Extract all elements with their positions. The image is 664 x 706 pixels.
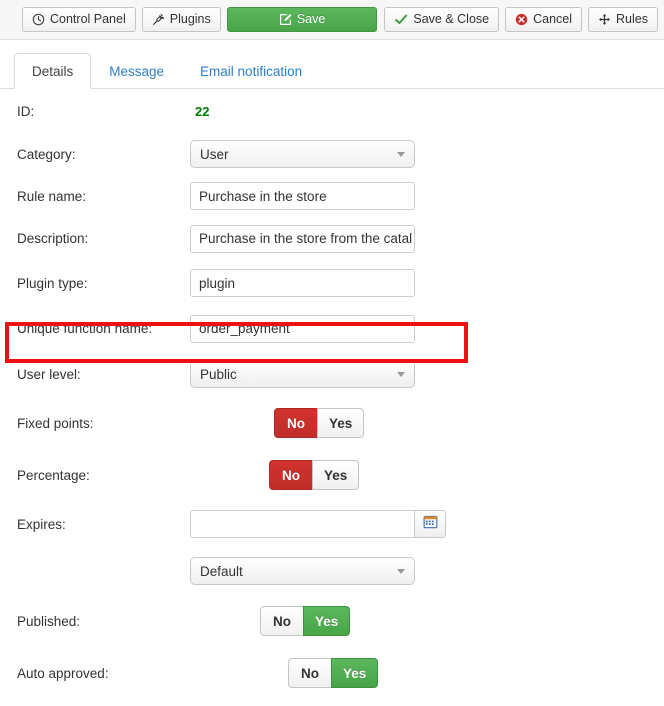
- category-select[interactable]: User: [190, 140, 415, 168]
- edit-pencil-icon: [279, 13, 292, 26]
- expires-input[interactable]: [190, 510, 415, 538]
- unique-function-name-label: Unique function name:: [17, 321, 153, 336]
- expires-mode-select[interactable]: Default: [190, 557, 415, 585]
- row-category: Category: User: [0, 133, 664, 175]
- user-level-label: User level:: [17, 366, 81, 382]
- row-auto-approved: Auto approved: No Yes: [0, 647, 664, 699]
- row-id: ID: 22: [0, 89, 664, 133]
- tab-details[interactable]: Details: [14, 52, 92, 89]
- row-percentage: Percentage: No Yes: [0, 449, 664, 501]
- published-yes-option[interactable]: Yes: [303, 606, 351, 636]
- cancel-circle-icon: [515, 13, 528, 26]
- save-and-close-label: Save & Close: [413, 12, 490, 27]
- row-published: Published: No Yes: [0, 595, 664, 647]
- move-arrows-icon: [598, 13, 611, 26]
- percentage-yes-option[interactable]: Yes: [312, 460, 360, 490]
- plugins-label: Plugins: [169, 12, 211, 27]
- cancel-label: Cancel: [533, 12, 573, 27]
- clock-icon: [32, 13, 45, 26]
- plugin-type-input[interactable]: plugin: [190, 269, 415, 297]
- percentage-label: Percentage:: [17, 467, 90, 483]
- save-button[interactable]: Save: [226, 7, 378, 32]
- rule-edit-page: Control Panel Plugins Save Save & Close: [0, 0, 664, 706]
- auto-approved-toggle[interactable]: No Yes: [288, 658, 379, 688]
- save-and-close-button[interactable]: Save & Close: [384, 7, 500, 32]
- fixed-points-label: Fixed points:: [17, 415, 94, 431]
- expires-mode-value: Default: [200, 563, 243, 579]
- row-unique-function-name: Unique function name: order_payment: [0, 306, 664, 351]
- rules-label: Rules: [616, 12, 648, 27]
- tab-message-label: Message: [109, 63, 165, 79]
- row-user-level: User level: Public: [0, 351, 664, 397]
- auto-approved-yes-option[interactable]: Yes: [331, 658, 379, 688]
- expires-label: Expires:: [17, 516, 66, 532]
- control-panel-button[interactable]: Control Panel: [22, 7, 136, 32]
- category-value: User: [200, 146, 229, 162]
- plugins-button[interactable]: Plugins: [141, 7, 221, 32]
- plugin-type-label: Plugin type:: [17, 275, 88, 291]
- fixed-points-no-option[interactable]: No: [274, 408, 318, 438]
- row-description: Description: Purchase in the store from …: [0, 217, 664, 260]
- row-expires-mode: Default: [0, 547, 664, 595]
- check-icon: [394, 13, 408, 26]
- tab-email-notification[interactable]: Email notification: [182, 53, 320, 90]
- chevron-down-icon: [397, 152, 405, 157]
- chevron-down-icon: [397, 372, 405, 377]
- calendar-button[interactable]: [414, 510, 446, 538]
- tab-message[interactable]: Message: [91, 53, 182, 90]
- rules-button[interactable]: Rules: [588, 7, 658, 32]
- auto-approved-label: Auto approved:: [17, 665, 109, 681]
- published-toggle[interactable]: No Yes: [260, 606, 351, 636]
- expires-input-group: [190, 510, 446, 538]
- published-label: Published:: [17, 613, 81, 629]
- control-panel-label: Control Panel: [50, 12, 126, 27]
- percentage-no-option[interactable]: No: [269, 460, 313, 490]
- fixed-points-toggle[interactable]: No Yes: [274, 408, 365, 438]
- description-label: Description:: [17, 231, 89, 246]
- user-level-select[interactable]: Public: [190, 360, 415, 388]
- save-label: Save: [296, 12, 326, 27]
- auto-approved-no-option[interactable]: No: [288, 658, 332, 688]
- tab-bar: Details Message Email notification: [0, 46, 664, 89]
- row-plugin-type: Plugin type: plugin: [0, 260, 664, 306]
- toolbar: Control Panel Plugins Save Save & Close: [0, 0, 664, 40]
- tab-email-notification-label: Email notification: [200, 63, 303, 79]
- user-level-value: Public: [200, 366, 237, 382]
- row-fixed-points: Fixed points: No Yes: [0, 397, 664, 449]
- published-no-option[interactable]: No: [260, 606, 304, 636]
- rule-name-label: Rule name:: [17, 188, 87, 204]
- row-rule-name: Rule name: Purchase in the store: [0, 175, 664, 217]
- row-expires: Expires:: [0, 501, 664, 547]
- id-label: ID:: [17, 103, 35, 119]
- fixed-points-yes-option[interactable]: Yes: [317, 408, 365, 438]
- description-input[interactable]: Purchase in the store from the catal: [190, 224, 415, 253]
- chevron-down-icon: [397, 569, 405, 574]
- category-label: Category:: [17, 146, 76, 162]
- tab-details-label: Details: [32, 63, 74, 79]
- cancel-button[interactable]: Cancel: [505, 7, 583, 32]
- plug-icon: [152, 13, 165, 26]
- id-value: 22: [195, 103, 210, 119]
- unique-function-name-input[interactable]: order_payment: [190, 314, 415, 343]
- calendar-icon: [423, 514, 438, 534]
- details-form: ID: 22 Category: User Rule name: Purchas…: [0, 89, 664, 699]
- percentage-toggle[interactable]: No Yes: [269, 460, 360, 490]
- rule-name-input[interactable]: Purchase in the store: [190, 182, 415, 210]
